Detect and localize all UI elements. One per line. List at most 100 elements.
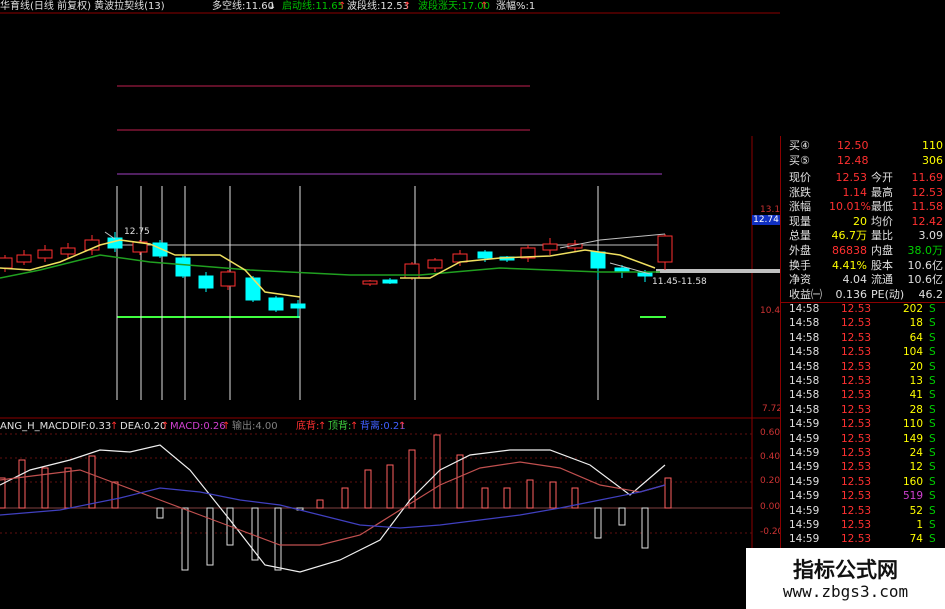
quote-value: 3.09: [918, 229, 944, 243]
header-arrow-icon: ↓: [268, 1, 277, 12]
macd-histogram: [0, 434, 672, 571]
macd-bar: [503, 487, 511, 509]
tick-time: 14:59: [789, 418, 820, 431]
tick-time: 14:58: [789, 375, 820, 387]
macd-dea: DEA:0.20: [120, 421, 167, 432]
macd-bar: [618, 507, 626, 526]
tick-row: 14:58 12.53 64 S: [781, 332, 945, 346]
candle-body: [290, 303, 306, 309]
tick-time: 14:59: [789, 447, 820, 459]
bid-label: 买⑤: [789, 154, 810, 167]
tick-time: 14:59: [789, 533, 820, 546]
candle-body: [60, 247, 76, 255]
quote-label: 净资: [789, 273, 811, 287]
tick-price: 12.53: [841, 375, 872, 387]
tick-row: 14:59 12.53 519 S: [781, 490, 945, 504]
tick-row: 14:59 12.53 74 S: [781, 533, 945, 547]
candle-body: [657, 235, 673, 263]
tick-price: 12.53: [841, 303, 872, 315]
macd-bar: [111, 481, 119, 509]
macd-axis-label: 0.60: [760, 428, 781, 438]
tick-price: 12.53: [841, 447, 872, 459]
header-arrow-icon: ↑: [338, 1, 347, 12]
tick-row: 14:58 12.53 18 S: [781, 317, 945, 331]
tick-volume: 1: [916, 519, 923, 531]
tick-time: 14:58: [789, 389, 820, 402]
quote-label: 流通: [871, 273, 893, 287]
tick-side: S: [929, 475, 936, 488]
tick-price: 12.53: [841, 504, 872, 517]
tick-side: S: [929, 346, 936, 359]
candle-body: [175, 257, 191, 277]
up-arrow-icon: ↑: [222, 421, 231, 432]
tick-row: 14:59 12.53 24 S: [781, 447, 945, 461]
quote-label: 内盘: [871, 244, 893, 257]
tick-volume: 24: [909, 447, 923, 459]
macd-axis-label: 0.20: [760, 476, 781, 486]
tick-time: 14:58: [789, 360, 820, 373]
tick-price: 12.53: [841, 360, 872, 373]
tick-side: S: [929, 533, 936, 546]
candle-body: [245, 277, 261, 301]
candle-body: [404, 263, 420, 279]
header-arrow-icon: ↑: [480, 1, 489, 12]
candle-body: [362, 280, 378, 285]
bid-row: 买④ 12.50 110: [785, 138, 943, 153]
quote-label: 外盘: [789, 244, 811, 257]
tick-volume: 110: [902, 418, 923, 431]
quote-value: 4.41%: [832, 258, 867, 272]
quote-label: 现价: [789, 171, 811, 184]
tick-volume: 202: [902, 303, 923, 315]
tick-volume: 52: [909, 504, 923, 517]
up-arrow-icon: ↑: [318, 421, 327, 432]
quote-label: 现量: [789, 214, 811, 228]
tick-price: 12.53: [841, 533, 872, 546]
tick-volume: 41: [909, 389, 923, 402]
tick-volume: 12: [909, 461, 923, 474]
candle-body: [382, 279, 398, 284]
candle-body: [198, 275, 214, 289]
quote-value: 10.6亿: [907, 258, 944, 272]
candle-body: [542, 243, 558, 251]
indicator-title: 华育线(日线 前复权) 黄波拉契线(13): [0, 1, 165, 12]
quote-row: 总量 46.7万 量比 3.09: [785, 228, 943, 243]
tick-volume: 64: [909, 331, 923, 344]
quote-panel: 买④ 12.50 110 买⑤ 12.48 306 现价 12.53 今开 11.69 涨跌 1.1…: [780, 136, 945, 609]
bid-price: 12.50: [837, 139, 869, 152]
header-item-0: 多空线:11.60: [212, 1, 274, 12]
macd-bar: [88, 455, 96, 509]
tick-volume: 160: [902, 475, 923, 488]
tick-side: S: [929, 403, 936, 416]
quote-value: 46.7万: [831, 229, 868, 243]
macd-bar: [156, 507, 164, 519]
macd-bar: [274, 507, 282, 571]
tick-side: S: [929, 389, 936, 402]
quote-value: 0.136: [835, 287, 868, 301]
quote-row: 涨幅 10.01% 最低 11.58: [785, 199, 943, 214]
candle-body: [37, 249, 53, 259]
tick-row: 14:58 12.53 13 S: [781, 375, 945, 389]
tick-time: 14:59: [789, 432, 820, 445]
tick-volume: 74: [909, 533, 923, 546]
candle-body: [590, 251, 606, 269]
quote-value: 11.69: [911, 171, 944, 184]
macd-bar: [386, 464, 394, 509]
tick-time: 14:59: [789, 504, 820, 517]
macd-bar: [64, 467, 72, 509]
quote-value: 46.2: [918, 287, 944, 301]
tick-price: 12.53: [841, 346, 872, 359]
quote-value: 12.53: [911, 185, 944, 199]
tick-side: S: [929, 504, 936, 517]
quote-label: 股本: [871, 258, 893, 272]
tick-volume: 104: [902, 346, 923, 359]
macd-bar: [526, 479, 534, 509]
quote-value: 86838: [832, 244, 867, 257]
quote-value: 1.14: [842, 185, 868, 199]
bid-volume: 306: [922, 154, 943, 167]
macd-bar: [206, 507, 214, 566]
quote-label: 量比: [871, 229, 893, 243]
tick-row: 14:58 12.53 20 S: [781, 361, 945, 375]
macd-bar: [181, 507, 189, 571]
tick-side: S: [929, 375, 936, 387]
tick-side: S: [929, 461, 936, 474]
